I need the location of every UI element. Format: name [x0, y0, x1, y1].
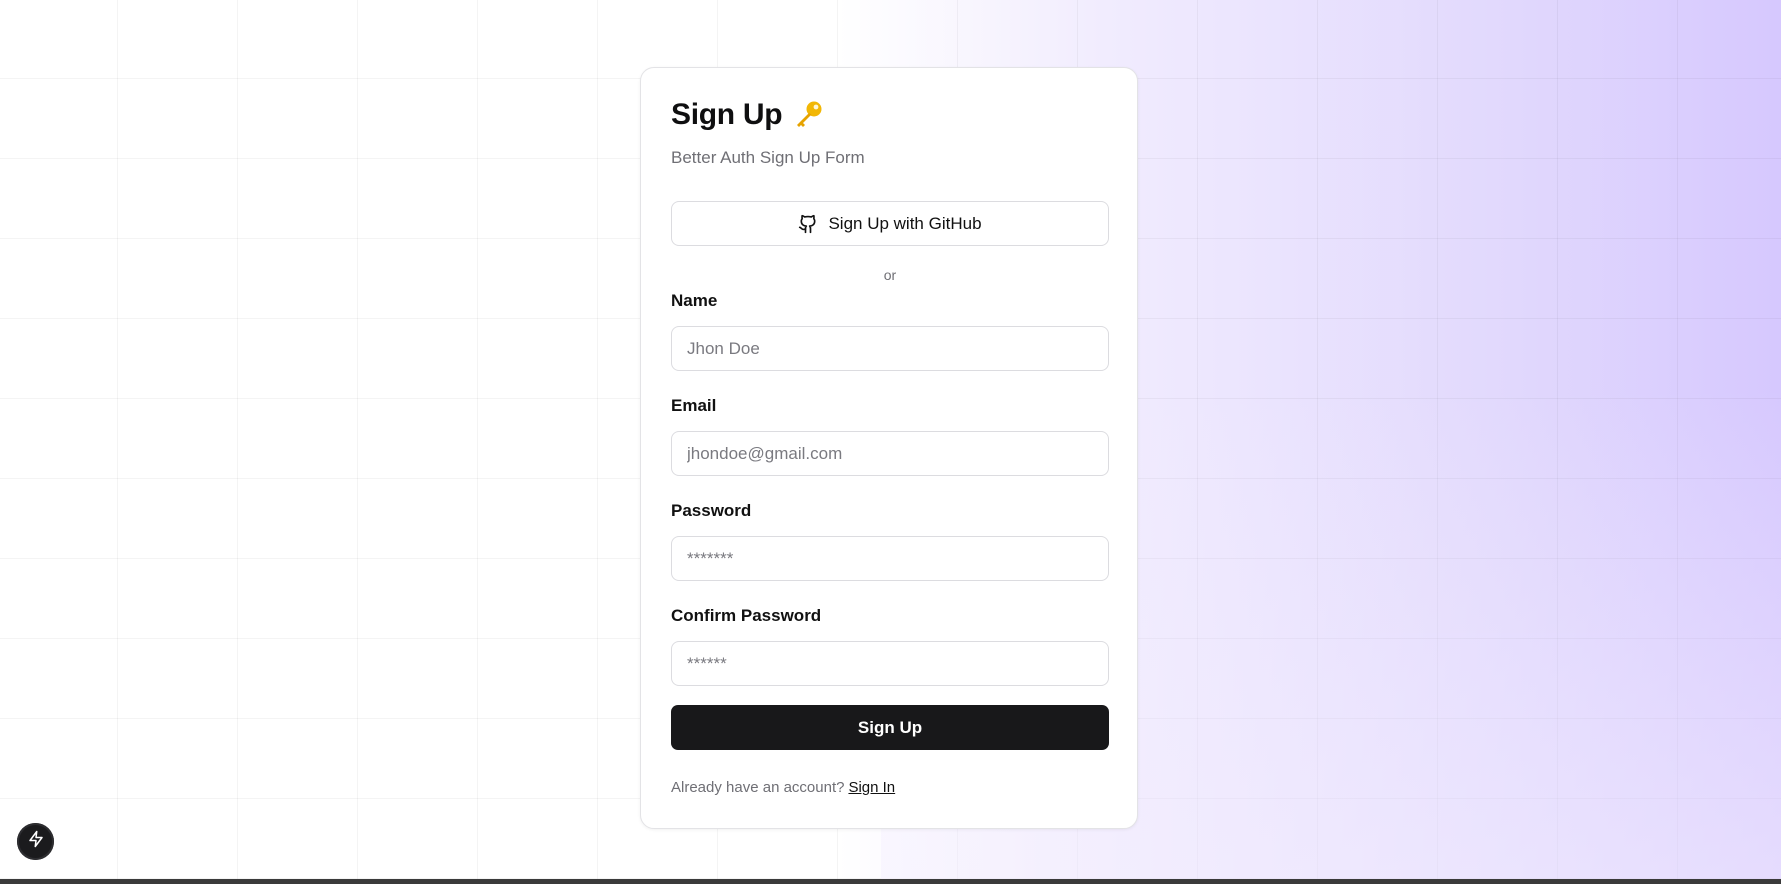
name-input[interactable] [671, 326, 1109, 371]
signup-submit-button[interactable]: Sign Up [671, 705, 1109, 750]
github-icon [798, 214, 818, 234]
github-signup-button[interactable]: Sign Up with GitHub [671, 201, 1109, 246]
password-label: Password [671, 501, 752, 520]
page-subtitle: Better Auth Sign Up Form [671, 148, 865, 167]
signup-card: Sign Up Better Auth Sign Up Form Sign Up… [640, 67, 1138, 829]
signin-link[interactable]: Sign In [848, 779, 895, 796]
divider-or: or [883, 267, 897, 283]
email-input[interactable] [671, 431, 1109, 476]
bottom-bar [0, 879, 1781, 884]
key-icon [792, 99, 824, 131]
signin-prompt-text: Already have an account? [671, 779, 845, 796]
email-label: Email [671, 396, 717, 415]
card-header: Sign Up [671, 98, 824, 132]
confirm-password-input[interactable] [671, 641, 1109, 686]
dev-tools-button[interactable] [17, 823, 54, 860]
lightning-icon [27, 830, 45, 853]
name-label: Name [671, 291, 718, 310]
page-title: Sign Up [671, 98, 783, 131]
password-input[interactable] [671, 536, 1109, 581]
confirm-password-label: Confirm Password [671, 606, 822, 625]
signin-prompt: Already have an account? Sign In [671, 779, 895, 796]
github-button-label: Sign Up with GitHub [828, 213, 982, 233]
